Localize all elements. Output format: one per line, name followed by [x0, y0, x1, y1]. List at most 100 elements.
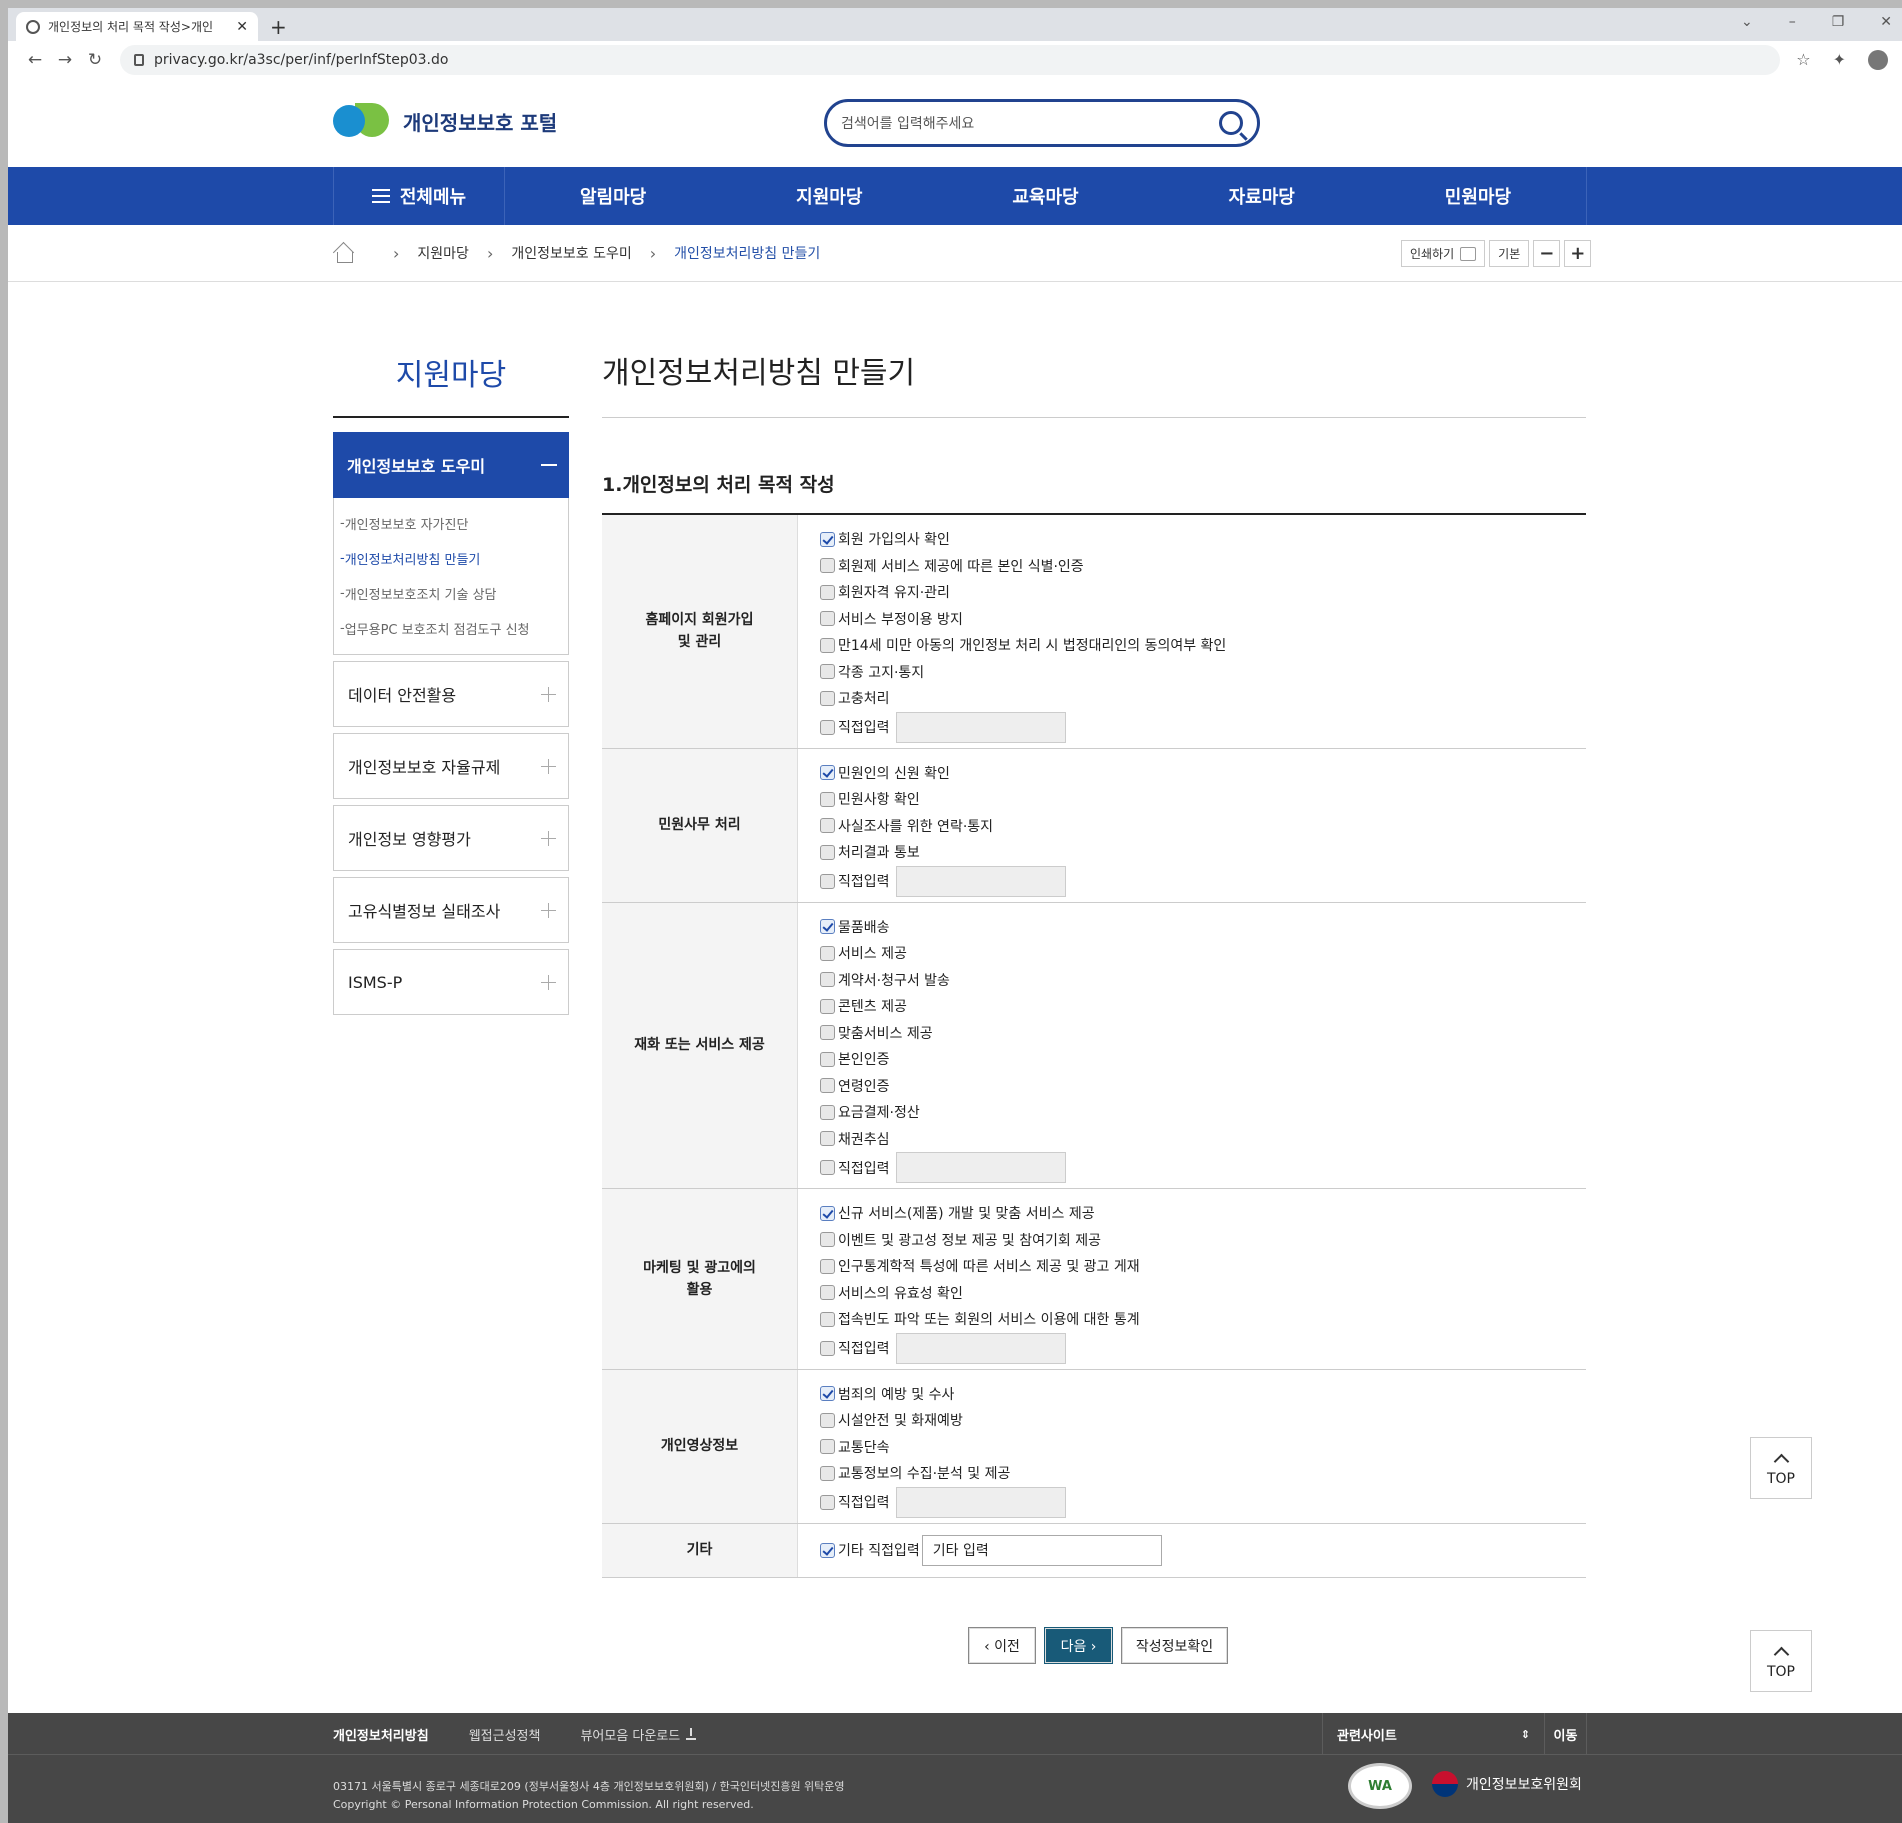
checkbox[interactable] — [820, 1160, 835, 1175]
submenu-item[interactable]: - 개인정보보호 자가진단 — [334, 506, 568, 541]
checkbox[interactable] — [820, 791, 835, 807]
checkbox[interactable] — [820, 844, 835, 860]
checkbox[interactable] — [820, 664, 835, 680]
side-nav-section[interactable]: 개인정보보호 자율규제 — [333, 733, 569, 799]
go-button[interactable]: 이동 — [1544, 1713, 1587, 1755]
checkbox[interactable] — [820, 998, 835, 1014]
etc-text-input[interactable]: 기타 입력 — [921, 1534, 1162, 1566]
direct-input-field[interactable] — [895, 1332, 1066, 1364]
profile-avatar[interactable] — [1868, 50, 1888, 70]
url-field[interactable]: privacy.go.kr/a3sc/per/inf/perInfStep03.… — [120, 45, 1780, 75]
checkbox[interactable] — [820, 1311, 835, 1327]
gnb-item-education[interactable]: 교육마당 — [937, 167, 1153, 225]
checkbox[interactable] — [820, 611, 835, 627]
direct-input-field[interactable] — [895, 1486, 1066, 1518]
chevron-up-icon — [1773, 1646, 1789, 1662]
breadcrumb: › 지원마당 › 개인정보보호 도우미 › 개인정보처리방침 만들기 인쇄하기 … — [8, 225, 1902, 282]
direct-input-field[interactable] — [895, 865, 1066, 897]
gnb-item-notice[interactable]: 알림마당 — [505, 167, 721, 225]
checkbox[interactable] — [820, 1025, 835, 1041]
breadcrumb-item[interactable]: 지원마당 — [417, 243, 469, 263]
checkbox[interactable] — [820, 818, 835, 834]
checkbox-checked[interactable] — [820, 531, 835, 547]
confirm-info-button[interactable]: 작성정보확인 — [1121, 1627, 1228, 1664]
back-icon[interactable]: ← — [20, 50, 50, 70]
checkbox[interactable] — [820, 558, 835, 574]
footer-link-privacy-policy[interactable]: 개인정보처리방침 — [333, 1725, 429, 1744]
side-nav-section[interactable]: 개인정보 영향평가 — [333, 805, 569, 871]
checkbox[interactable] — [820, 1465, 835, 1481]
direct-input-field[interactable] — [895, 1152, 1066, 1183]
close-tab-icon[interactable]: ✕ — [236, 19, 248, 35]
checkbox-checked[interactable] — [820, 765, 835, 781]
checkbox-checked[interactable] — [820, 1386, 835, 1402]
forward-icon[interactable]: → — [50, 50, 80, 70]
checkbox-checked[interactable] — [820, 1542, 835, 1558]
main-content: 개인정보처리방침 만들기 1.개인정보의 처리 목적 작성 홈페이지 회원가입 … — [602, 340, 1586, 1578]
search-icon[interactable] — [1219, 111, 1243, 135]
submenu-item-active[interactable]: - 개인정보처리방침 만들기 — [334, 541, 568, 576]
checkbox[interactable] — [820, 637, 835, 653]
gnb-item-resources[interactable]: 자료마당 — [1154, 167, 1370, 225]
bookmark-star-icon[interactable]: ☆ — [1796, 50, 1810, 70]
taegeuk-emblem-icon — [1432, 1771, 1458, 1797]
minimize-icon[interactable]: – — [1789, 14, 1796, 30]
gnb-item-support[interactable]: 지원마당 — [721, 167, 937, 225]
checkbox[interactable] — [820, 945, 835, 961]
breadcrumb-current[interactable]: 개인정보처리방침 만들기 — [674, 243, 820, 263]
side-nav-section[interactable]: 데이터 안전활용 — [333, 661, 569, 727]
tab-search-icon[interactable]: ⌄ — [1741, 14, 1753, 30]
checkbox[interactable] — [820, 690, 835, 706]
restore-icon[interactable]: ❐ — [1832, 14, 1845, 30]
checkbox[interactable] — [820, 1232, 835, 1248]
related-sites-select[interactable]: 관련사이트 ⇕ — [1322, 1713, 1544, 1755]
gnb-item-civil[interactable]: 민원마당 — [1370, 167, 1586, 225]
checkbox[interactable] — [820, 1104, 835, 1120]
scroll-top-button[interactable]: TOP — [1750, 1630, 1812, 1692]
checkbox-checked[interactable] — [820, 919, 835, 935]
checkbox[interactable] — [820, 1340, 835, 1356]
search-input[interactable]: 검색어를 입력해주세요 — [824, 99, 1260, 147]
chevron-right-icon: › — [649, 243, 657, 263]
home-icon[interactable] — [333, 243, 355, 263]
submenu-item[interactable]: - 개인정보보호조치 기술 상담 — [334, 576, 568, 611]
close-window-icon[interactable]: ✕ — [1880, 14, 1892, 30]
direct-input-field[interactable] — [895, 711, 1066, 743]
font-default-button[interactable]: 기본 — [1489, 240, 1530, 267]
footer-link-accessibility[interactable]: 웹접근성정책 — [469, 1725, 541, 1744]
breadcrumb-item[interactable]: 개인정보보호 도우미 — [511, 243, 631, 263]
checkbox[interactable] — [820, 1439, 835, 1455]
next-button[interactable]: 다음 › — [1044, 1627, 1113, 1664]
checkbox-checked[interactable] — [820, 1205, 835, 1221]
footer-link-viewer-download[interactable]: 뷰어모음 다운로드 — [580, 1725, 697, 1744]
extensions-icon[interactable]: ✦ — [1833, 50, 1846, 70]
checkbox[interactable] — [820, 1051, 835, 1067]
form-buttons: ‹ 이전 다음 › 작성정보확인 — [968, 1627, 1228, 1664]
option-label: 직접입력 — [838, 1341, 890, 1357]
scroll-top-button[interactable]: TOP — [1750, 1437, 1812, 1499]
all-menu-button[interactable]: 전체메뉴 — [334, 167, 505, 225]
checkbox[interactable] — [820, 1494, 835, 1510]
checkbox[interactable] — [820, 719, 835, 735]
checkbox[interactable] — [820, 972, 835, 988]
checkbox[interactable] — [820, 1131, 835, 1147]
side-nav-section[interactable]: ISMS-P — [333, 949, 569, 1015]
checkbox[interactable] — [820, 1078, 835, 1094]
side-nav-section[interactable]: 고유식별정보 실태조사 — [333, 877, 569, 943]
reload-icon[interactable]: ↻ — [80, 50, 110, 70]
font-decrease-button[interactable]: − — [1533, 240, 1561, 267]
checkbox[interactable] — [820, 873, 835, 889]
side-nav-section-open[interactable]: 개인정보보호 도우미 — [333, 432, 569, 498]
submenu-item[interactable]: - 업무용PC 보호조치 점검도구 신청 — [334, 611, 568, 646]
checkbox[interactable] — [820, 1412, 835, 1428]
checkbox[interactable] — [820, 1258, 835, 1274]
font-increase-button[interactable]: + — [1564, 240, 1592, 267]
new-tab-button[interactable]: + — [270, 15, 287, 39]
print-label: 인쇄하기 — [1410, 247, 1455, 261]
checkbox[interactable] — [820, 1285, 835, 1301]
print-button[interactable]: 인쇄하기 — [1401, 240, 1486, 267]
site-logo[interactable]: 개인정보보호 포털 — [333, 103, 557, 139]
checkbox[interactable] — [820, 584, 835, 600]
browser-tab[interactable]: 개인정보의 처리 목적 작성>개인 ✕ — [16, 12, 258, 41]
prev-button[interactable]: ‹ 이전 — [968, 1627, 1036, 1664]
